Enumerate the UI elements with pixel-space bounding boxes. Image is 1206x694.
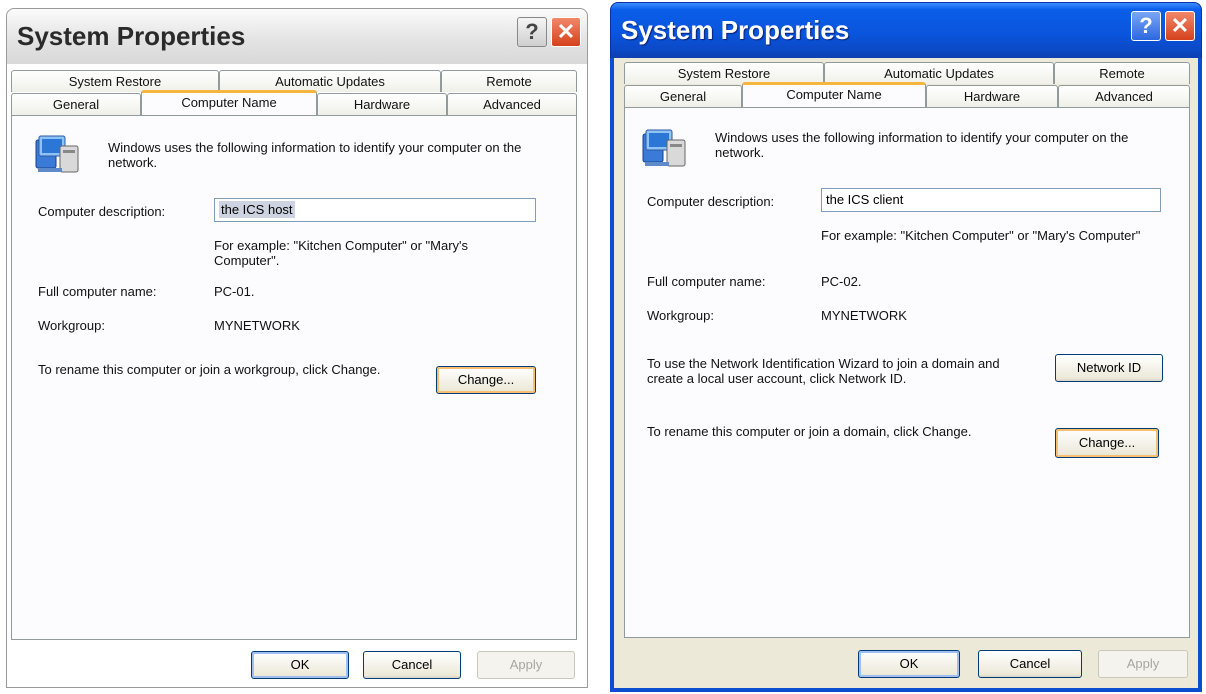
example-text: For example: "Kitchen Computer" or "Mary… [821, 228, 1141, 243]
tab-row-front: General Computer Name Hardware Advanced [11, 90, 577, 115]
description-label: Computer description: [647, 194, 775, 209]
computer-name-panel: Windows uses the following information t… [11, 115, 577, 640]
tab-row-back: System Restore Automatic Updates Remote [624, 62, 1190, 84]
dialog-buttons: OK Cancel Apply [614, 642, 1198, 688]
tab-remote[interactable]: Remote [1054, 62, 1190, 84]
tab-general[interactable]: General [624, 85, 742, 107]
rename-text: To rename this computer or join a domain… [647, 424, 972, 439]
computer-network-icon [642, 129, 686, 167]
tab-automatic-updates[interactable]: Automatic Updates [824, 62, 1054, 84]
ok-button[interactable]: OK [858, 650, 960, 678]
tab-row-back: System Restore Automatic Updates Remote [11, 70, 577, 92]
tab-advanced[interactable]: Advanced [1058, 85, 1190, 107]
description-value: the ICS host [219, 201, 295, 218]
computer-description-input[interactable]: the ICS host [214, 198, 536, 222]
tab-general[interactable]: General [11, 93, 141, 115]
dialog-body: System Restore Automatic Updates Remote … [6, 64, 588, 688]
title-bar[interactable]: System Properties ? ✕ [610, 2, 1202, 58]
window-title: System Properties [17, 21, 246, 51]
network-id-button[interactable]: Network ID [1055, 354, 1163, 382]
rename-text: To rename this computer or join a workgr… [38, 362, 381, 377]
tab-remote[interactable]: Remote [441, 70, 577, 92]
description-label: Computer description: [38, 204, 166, 219]
tab-row-front: General Computer Name Hardware Advanced [624, 82, 1190, 107]
description-value: the ICS client [826, 192, 904, 207]
tab-advanced[interactable]: Advanced [447, 93, 577, 115]
computer-description-input[interactable]: the ICS client [821, 188, 1161, 212]
tab-automatic-updates[interactable]: Automatic Updates [219, 70, 441, 92]
workgroup-label: Workgroup: [38, 318, 105, 333]
example-text: For example: "Kitchen Computer" or "Mary… [214, 238, 469, 268]
intro-text: Windows uses the following information t… [108, 140, 522, 170]
window-title: System Properties [621, 15, 850, 45]
close-button[interactable]: ✕ [551, 17, 581, 47]
change-button[interactable]: Change... [1055, 428, 1159, 458]
full-name-value: PC-02. [821, 274, 862, 289]
tab-hardware[interactable]: Hardware [926, 85, 1058, 107]
computer-network-icon [35, 135, 79, 173]
tab-computer-name[interactable]: Computer Name [742, 82, 926, 107]
apply-button[interactable]: Apply [477, 651, 575, 679]
system-properties-dialog-left: System Properties ? ✕ System Restore Aut… [6, 8, 588, 688]
close-button[interactable]: ✕ [1165, 11, 1195, 41]
computer-name-panel: Windows uses the following information t… [624, 107, 1190, 638]
cancel-button[interactable]: Cancel [363, 651, 461, 679]
tab-hardware[interactable]: Hardware [317, 93, 447, 115]
tab-system-restore[interactable]: System Restore [11, 70, 219, 92]
intro-text: Windows uses the following information t… [715, 130, 1129, 160]
full-name-label: Full computer name: [647, 274, 766, 289]
system-properties-dialog-right: System Properties ? ✕ System Restore Aut… [610, 2, 1202, 692]
apply-button[interactable]: Apply [1098, 650, 1188, 678]
dialog-body: System Restore Automatic Updates Remote … [610, 58, 1202, 692]
change-button[interactable]: Change... [436, 366, 536, 394]
cancel-button[interactable]: Cancel [978, 650, 1082, 678]
workgroup-value: MYNETWORK [214, 318, 300, 333]
full-name-label: Full computer name: [38, 284, 157, 299]
title-bar[interactable]: System Properties ? ✕ [6, 8, 588, 64]
network-id-text: To use the Network Identification Wizard… [647, 356, 1000, 386]
tab-system-restore[interactable]: System Restore [624, 62, 824, 84]
help-button[interactable]: ? [517, 17, 547, 47]
help-button[interactable]: ? [1131, 11, 1161, 41]
dialog-buttons: OK Cancel Apply [7, 641, 587, 687]
full-name-value: PC-01. [214, 284, 255, 299]
tab-computer-name[interactable]: Computer Name [141, 90, 317, 115]
workgroup-value: MYNETWORK [821, 308, 907, 323]
workgroup-label: Workgroup: [647, 308, 714, 323]
ok-button[interactable]: OK [251, 651, 349, 679]
